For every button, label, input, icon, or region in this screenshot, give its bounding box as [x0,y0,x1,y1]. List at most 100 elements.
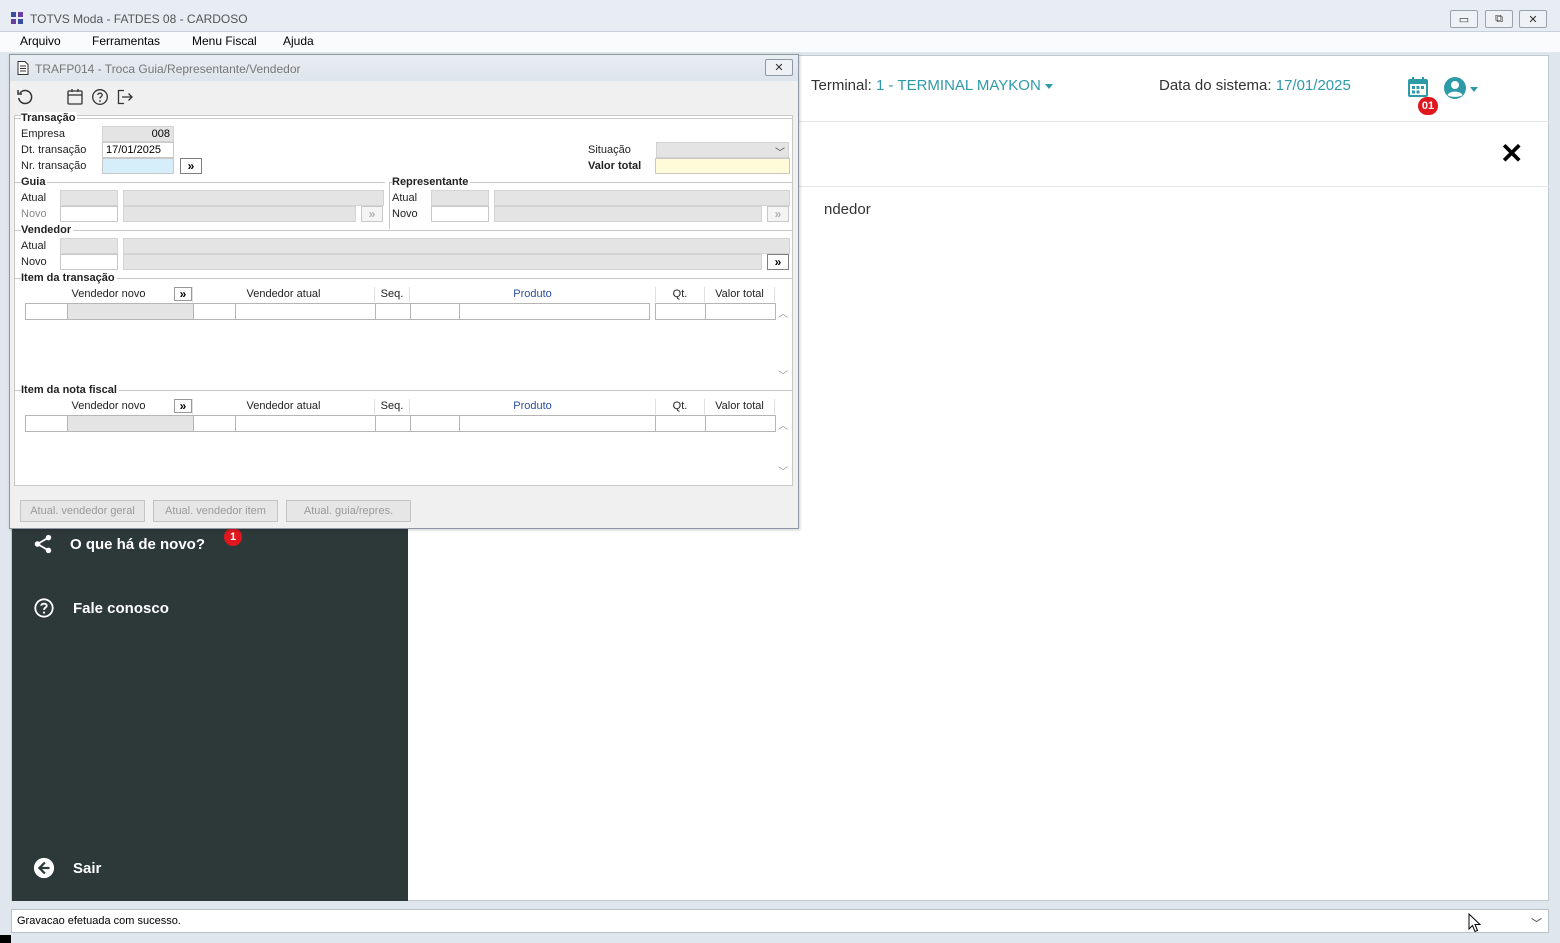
item-nota-legend: Item da nota fiscal [21,384,119,396]
repres-atual-code [431,190,489,206]
grid-cell[interactable] [375,415,411,432]
minimize-button[interactable]: ▭ [1450,10,1478,28]
scroll-up-icon[interactable]: ︿ [776,417,790,432]
group-divider [15,390,792,391]
grid-cell[interactable] [25,415,68,432]
menu-ferramentas[interactable]: Ferramentas [92,34,160,48]
grid-cell[interactable] [705,415,776,432]
sidebar-item-novidades[interactable]: O que há de novo? 1 [32,528,242,555]
atual-vendedor-item-button[interactable]: Atual. vendedor item [153,500,278,522]
grid-cell[interactable] [410,415,460,432]
terminal-label: Terminal: [811,77,872,94]
sidebar-item-sair[interactable]: Sair [33,857,101,879]
calendar-icon[interactable] [66,88,84,106]
news-badge: 1 [224,528,242,546]
sidebar-item-label: Fale conosco [73,599,169,617]
repres-lookup-button[interactable]: » [767,206,789,222]
col-vendedor-novo[interactable]: Vendedor novo [25,287,193,302]
sidebar: O que há de novo? 1 Fale conosco Sair [12,528,408,901]
guia-atual-name [123,190,384,206]
group-divider [389,182,390,229]
mouse-cursor-icon [1468,913,1482,933]
vendedor-novo-code[interactable] [60,254,118,270]
item-transacao-grid: Vendedor novo » Vendedor atual Seq. Prod… [25,287,788,384]
dialog-toolbar [10,83,798,111]
exit-icon[interactable] [116,88,134,106]
grid-cell[interactable] [459,415,656,432]
chevron-down-icon: ﹀ [775,148,785,159]
repres-novo-label: Novo [392,208,418,220]
chevron-down-icon[interactable]: ﹀ [1531,915,1542,931]
calendar-icon[interactable] [1406,75,1430,99]
user-avatar-icon[interactable] [1443,76,1467,100]
col-produto[interactable]: Produto [410,399,656,414]
col-qt[interactable]: Qt. [656,287,705,302]
valor-total-field[interactable] [655,158,790,174]
app-titlebar: TOTVS Moda - FATDES 08 - CARDOSO ▭ ⧉ ✕ [0,0,1560,32]
repres-novo-code[interactable] [431,206,489,222]
user-menu-chevron-icon[interactable] [1470,87,1478,92]
refresh-icon[interactable] [16,88,34,106]
grid-cell[interactable] [410,303,460,320]
grid-cell[interactable] [235,415,376,432]
atual-vendedor-geral-button[interactable]: Atual. vendedor geral [20,500,145,522]
grid-cell[interactable] [193,303,236,320]
sidebar-item-fale-conosco[interactable]: Fale conosco [33,597,169,619]
document-icon [17,61,29,75]
empresa-label: Empresa [21,128,66,140]
col-produto[interactable]: Produto [410,287,656,302]
nr-transacao-field[interactable] [102,158,174,174]
restore-button[interactable]: ⧉ [1485,10,1513,28]
col-qt[interactable]: Qt. [656,399,705,414]
col-valor-total[interactable]: Valor total [705,399,775,414]
menu-menu-fiscal[interactable]: Menu Fiscal [192,34,257,48]
guia-lookup-button[interactable]: » [361,206,383,222]
group-divider [15,230,792,231]
dialog-close-button[interactable]: ✕ [765,59,793,76]
valor-total-label: Valor total [588,160,642,172]
corner-decoration [0,935,11,943]
col-valor-total[interactable]: Valor total [705,287,775,302]
grid-cell[interactable] [655,303,706,320]
col-seq[interactable]: Seq. [375,287,410,302]
scroll-down-icon[interactable]: ﹀ [776,463,790,478]
grid-cell[interactable] [25,303,68,320]
close-window-button[interactable]: ✕ [1519,10,1547,28]
col-vendedor-atual[interactable]: Vendedor atual [193,287,375,302]
app-logo-icon [11,12,23,24]
representante-legend: Representante [392,176,471,188]
group-divider [15,118,792,119]
vendedor-legend: Vendedor [21,224,74,236]
menu-ajuda[interactable]: Ajuda [283,34,314,48]
grid-cell[interactable] [235,303,376,320]
col-vendedor-atual[interactable]: Vendedor atual [193,399,375,414]
grid-cell[interactable] [705,303,776,320]
scroll-down-icon[interactable]: ﹀ [776,367,790,382]
empresa-field[interactable]: 008 [102,126,174,142]
atual-guia-repres-button[interactable]: Atual. guia/repres. [286,500,411,522]
repres-atual-label: Atual [392,192,418,204]
grid-cell[interactable] [459,303,650,320]
vendedor-lookup-button[interactable]: » [767,254,789,270]
col-vendedor-novo[interactable]: Vendedor novo [25,399,193,414]
vendedor-novo-lookup-button[interactable]: » [174,287,192,301]
scroll-up-icon[interactable]: ︿ [776,305,790,320]
dialog-form: Transação Empresa 008 Dt. transação 17/0… [14,112,793,486]
terminal-selector[interactable]: Terminal: 1 - TERMINAL MAYKON [811,77,1053,94]
grid-cell[interactable] [193,415,236,432]
chevron-down-icon [1044,83,1053,89]
grid-cell[interactable] [655,415,706,432]
guia-novo-code[interactable] [60,206,118,222]
dt-transacao-field[interactable]: 17/01/2025 [102,142,174,158]
vendedor-novo-lookup-button[interactable]: » [174,399,192,413]
menu-arquivo[interactable]: Arquivo [20,34,61,48]
close-panel-icon[interactable]: ✕ [1500,140,1523,168]
dialog-titlebar: TRAFP014 - Troca Guia/Representante/Vend… [10,55,798,81]
help-icon[interactable] [91,88,109,106]
nr-transacao-lookup-button[interactable]: » [180,158,202,174]
group-divider [15,182,385,183]
sidebar-item-label: O que há de novo? [70,535,206,553]
grid-cell[interactable] [375,303,411,320]
col-seq[interactable]: Seq. [375,399,410,414]
situacao-select[interactable]: ﹀ [656,142,789,159]
